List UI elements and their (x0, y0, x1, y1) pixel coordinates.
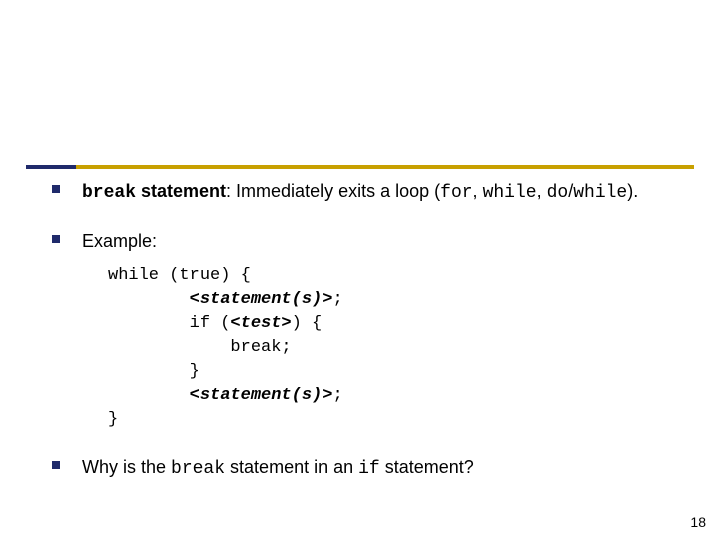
text-part: Why is the (82, 457, 171, 477)
bullet-text: Why is the break statement in an if stat… (82, 454, 474, 482)
keyword-break: break (171, 459, 225, 479)
text-part: statement in an (225, 457, 358, 477)
code-semicolon: ; (332, 386, 342, 405)
bullet-why-question: Why is the break statement in an if stat… (52, 454, 694, 482)
page-number: 18 (690, 514, 706, 530)
bullet-text: Example: (82, 228, 157, 254)
text-part: statement? (380, 457, 474, 477)
code-statement-placeholder: <statement(s)> (108, 290, 332, 309)
bullet-square-icon (52, 185, 60, 193)
bullet-example: Example: (52, 228, 694, 254)
keyword-if: if (358, 459, 380, 479)
rule-gold-segment (76, 165, 694, 169)
keyword-while: while (483, 183, 537, 203)
bullet-square-icon (52, 461, 60, 469)
code-line: } (108, 410, 118, 429)
code-statement-placeholder: <statement(s)> (108, 386, 332, 405)
statement-label: statement (136, 181, 226, 201)
slide-content: break statement: Immediately exits a loo… (52, 178, 694, 482)
bullet-text: break statement: Immediately exits a loo… (82, 178, 638, 206)
code-semicolon: ; (332, 290, 342, 309)
keyword-break: break (82, 183, 136, 203)
code-line: while (true) { (108, 266, 251, 285)
text-comma: , (473, 181, 483, 201)
code-test-placeholder: <test> (230, 314, 291, 333)
code-line: break; (108, 338, 292, 357)
text-end: ). (627, 181, 638, 201)
text-comma: , (537, 181, 547, 201)
bullet-square-icon (52, 235, 60, 243)
text-part: : Immediately exits a loop ( (226, 181, 440, 201)
code-line: if ( (108, 314, 230, 333)
bullet-break-statement: break statement: Immediately exits a loo… (52, 178, 694, 206)
title-rule (26, 165, 694, 169)
code-block: while (true) { <statement(s)>; if (<test… (108, 264, 694, 432)
rule-navy-segment (26, 165, 76, 169)
keyword-do: do (547, 183, 569, 203)
code-line: } (108, 362, 200, 381)
keyword-while2: while (573, 183, 627, 203)
code-line: ) { (292, 314, 323, 333)
keyword-for: for (440, 183, 472, 203)
